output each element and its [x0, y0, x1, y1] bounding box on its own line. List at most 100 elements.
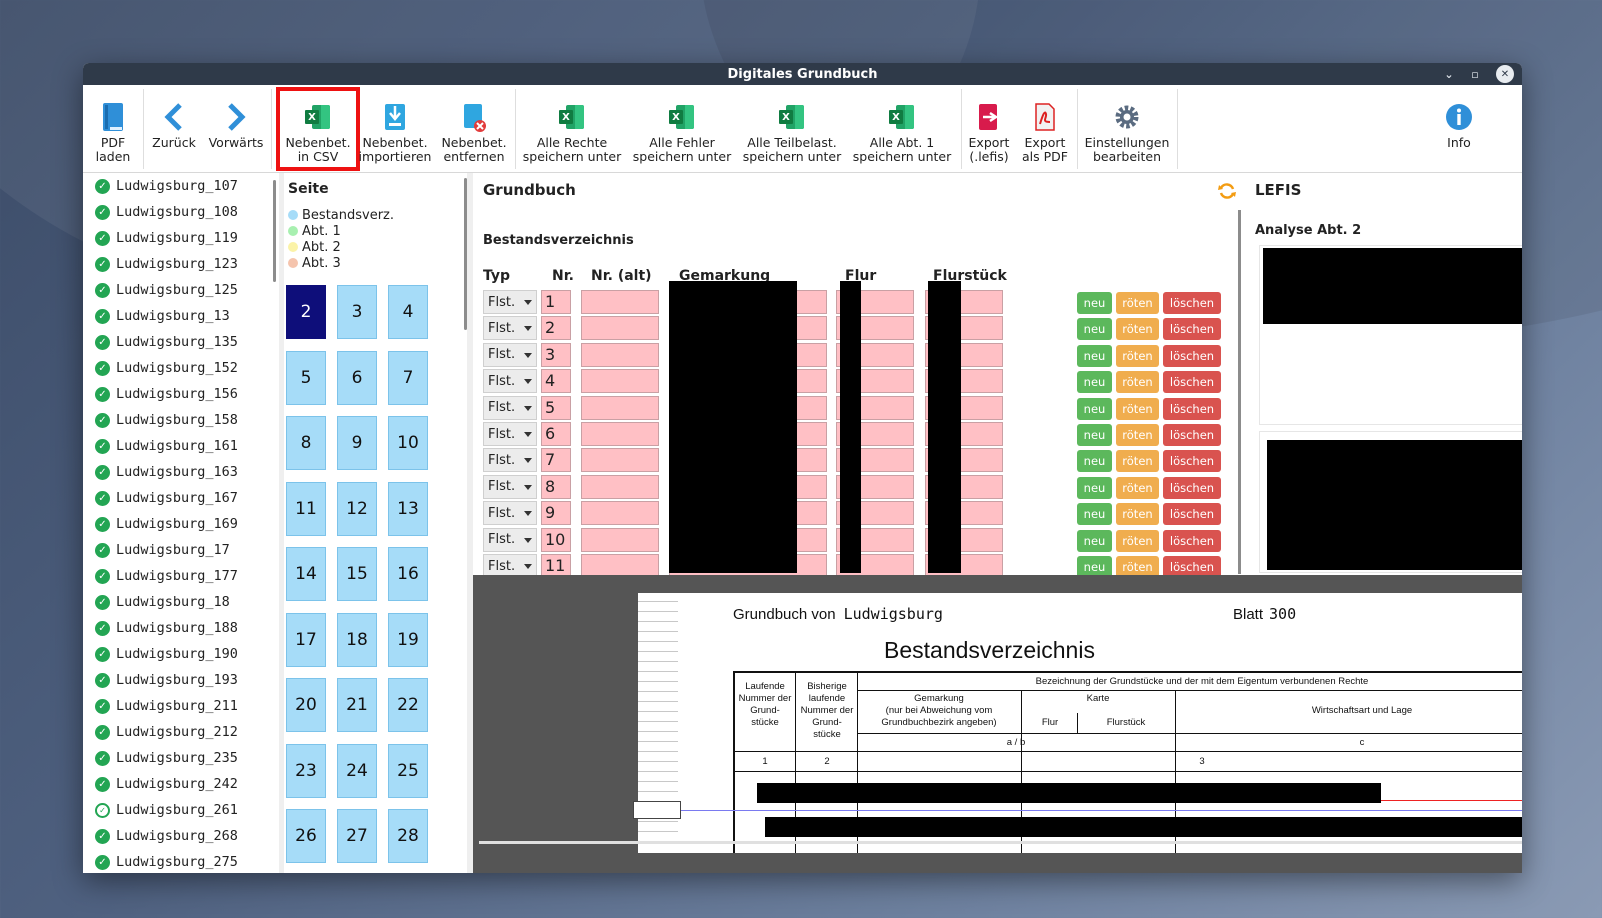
page-button[interactable]: 2	[286, 285, 326, 339]
nr-alt-input[interactable]	[581, 448, 659, 473]
neu-button[interactable]: neu	[1077, 476, 1112, 499]
file-list-item[interactable]: ✓ Ludwigsburg_212	[83, 719, 279, 745]
nr-input[interactable]: 10	[541, 527, 571, 552]
file-list-item[interactable]: ✓ Ludwigsburg_18	[83, 589, 279, 615]
page-button[interactable]: 11	[286, 481, 326, 536]
page-button[interactable]: 20	[286, 678, 326, 732]
typ-select[interactable]: Flst.	[483, 448, 537, 473]
page-button[interactable]: 6	[337, 350, 377, 405]
close-icon[interactable]: ✕	[1496, 65, 1514, 83]
roeten-button[interactable]: röten	[1116, 450, 1159, 473]
nr-alt-input[interactable]	[581, 290, 659, 314]
nr-alt-input[interactable]	[581, 527, 659, 552]
file-list-item[interactable]: ✓ Ludwigsburg_152	[83, 355, 279, 381]
page-button[interactable]: 23	[286, 743, 326, 798]
nr-alt-input[interactable]	[581, 316, 659, 341]
page-button[interactable]: 21	[337, 678, 377, 732]
file-list-item[interactable]: ✓ Ludwigsburg_268	[83, 823, 279, 849]
roeten-button[interactable]: röten	[1116, 397, 1159, 420]
roeten-button[interactable]: röten	[1116, 318, 1159, 341]
file-list-item[interactable]: ✓ Ludwigsburg_188	[83, 615, 279, 641]
page-button[interactable]: 17	[286, 612, 326, 667]
page-button[interactable]: 13	[388, 481, 428, 536]
file-list-item[interactable]: ✓ Ludwigsburg_242	[83, 771, 279, 797]
nr-input[interactable]: 2	[541, 316, 571, 341]
roeten-button[interactable]: röten	[1116, 424, 1159, 446]
loeschen-button[interactable]: löschen	[1163, 503, 1221, 526]
einstellungen-button[interactable]: Einstellungen bearbeiten	[1083, 85, 1171, 173]
page-button[interactable]: 14	[286, 547, 326, 601]
nr-input[interactable]: 9	[541, 501, 571, 526]
nr-alt-input[interactable]	[581, 342, 659, 367]
typ-select[interactable]: Flst.	[483, 474, 537, 499]
file-list-scrollbar[interactable]	[273, 180, 276, 282]
file-list-item[interactable]: ✓ Ludwigsburg_156	[83, 381, 279, 407]
alle-abt1-button[interactable]: X Alle Abt. 1 speichern unter	[851, 85, 953, 173]
page-button[interactable]: 24	[337, 743, 377, 798]
file-list-item[interactable]: ✓ Ludwigsburg_193	[83, 667, 279, 693]
nr-input[interactable]: 7	[541, 448, 571, 473]
page-button[interactable]: 4	[388, 285, 428, 339]
neu-button[interactable]: neu	[1077, 397, 1112, 420]
file-list-item[interactable]: ✓ Ludwigsburg_167	[83, 485, 279, 511]
pdf-laden-button[interactable]: PDF laden	[93, 85, 133, 173]
file-list-item[interactable]: ✓ Ludwigsburg_13	[83, 303, 279, 329]
zurueck-button[interactable]: Zurück	[149, 85, 199, 173]
alle-fehler-button[interactable]: X Alle Fehler speichern unter	[631, 85, 733, 173]
minimize-icon[interactable]: ⌄	[1440, 65, 1458, 83]
page-button[interactable]: 22	[388, 678, 428, 732]
roeten-button[interactable]: röten	[1116, 344, 1159, 367]
file-list-item[interactable]: ✓ Ludwigsburg_158	[83, 407, 279, 433]
file-list-item[interactable]: ✓ Ludwigsburg_235	[83, 745, 279, 771]
typ-select[interactable]: Flst.	[483, 395, 537, 420]
loeschen-button[interactable]: löschen	[1163, 371, 1221, 394]
nr-alt-input[interactable]	[581, 395, 659, 420]
file-list-item[interactable]: ✓ Ludwigsburg_177	[83, 563, 279, 589]
nr-alt-input[interactable]	[581, 369, 659, 394]
info-button[interactable]: Info	[1441, 85, 1477, 173]
neu-button[interactable]: neu	[1077, 371, 1112, 394]
neu-button[interactable]: neu	[1077, 450, 1112, 473]
file-list-item[interactable]: ✓ Ludwigsburg_169	[83, 511, 279, 537]
loeschen-button[interactable]: löschen	[1163, 292, 1221, 314]
loeschen-button[interactable]: löschen	[1163, 344, 1221, 367]
neu-button[interactable]: neu	[1077, 344, 1112, 367]
page-button[interactable]: 5	[286, 350, 326, 405]
page-button[interactable]: 18	[337, 612, 377, 667]
maximize-icon[interactable]: ▫	[1466, 65, 1484, 83]
nr-input[interactable]: 4	[541, 369, 571, 394]
loeschen-button[interactable]: löschen	[1163, 318, 1221, 341]
alle-teilbelast-button[interactable]: X Alle Teilbelast. speichern unter	[741, 85, 843, 173]
export-lefis-button[interactable]: Export (.lefis)	[965, 85, 1013, 173]
file-list-item[interactable]: ✓ Ludwigsburg_119	[83, 225, 279, 251]
page-button[interactable]: 28	[388, 809, 428, 863]
pdf-selection-box[interactable]	[633, 801, 681, 819]
nr-alt-input[interactable]	[581, 474, 659, 499]
export-pdf-button[interactable]: Export als PDF	[1021, 85, 1069, 173]
file-list-item[interactable]: ✓ Ludwigsburg_135	[83, 329, 279, 355]
loeschen-button[interactable]: löschen	[1163, 529, 1221, 552]
typ-select[interactable]: Flst.	[483, 501, 537, 526]
typ-select[interactable]: Flst.	[483, 369, 537, 394]
page-button[interactable]: 19	[388, 612, 428, 667]
neu-button[interactable]: neu	[1077, 318, 1112, 341]
page-button[interactable]: 16	[388, 547, 428, 601]
page-button[interactable]: 12	[337, 481, 377, 536]
pdf-scrollbar[interactable]	[479, 841, 1522, 844]
nr-alt-input[interactable]	[581, 501, 659, 526]
typ-select[interactable]: Flst.	[483, 316, 537, 341]
pdf-viewer[interactable]: Grundbuch von Ludwigsburg Blatt 300 Bestan…	[473, 575, 1522, 873]
loeschen-button[interactable]: löschen	[1163, 424, 1221, 446]
file-list-item[interactable]: ✓ Ludwigsburg_108	[83, 199, 279, 225]
file-list-item[interactable]: ✓ Ludwigsburg_211	[83, 693, 279, 719]
file-list-item[interactable]: ✓ Ludwigsburg_125	[83, 277, 279, 303]
page-button[interactable]: 27	[337, 809, 377, 863]
file-list-item[interactable]: ✓ Ludwigsburg_17	[83, 537, 279, 563]
file-list-item[interactable]: ✓ Ludwigsburg_107	[83, 173, 279, 199]
file-list-item[interactable]: ✓ Ludwigsburg_161	[83, 433, 279, 459]
nr-input[interactable]: 8	[541, 474, 571, 499]
grundbuch-scrollbar[interactable]	[1238, 210, 1241, 574]
file-list-item[interactable]: ✓ Ludwigsburg_261	[83, 797, 279, 823]
file-list-item[interactable]: ✓ Ludwigsburg_275	[83, 849, 279, 873]
nr-input[interactable]: 3	[541, 342, 571, 367]
